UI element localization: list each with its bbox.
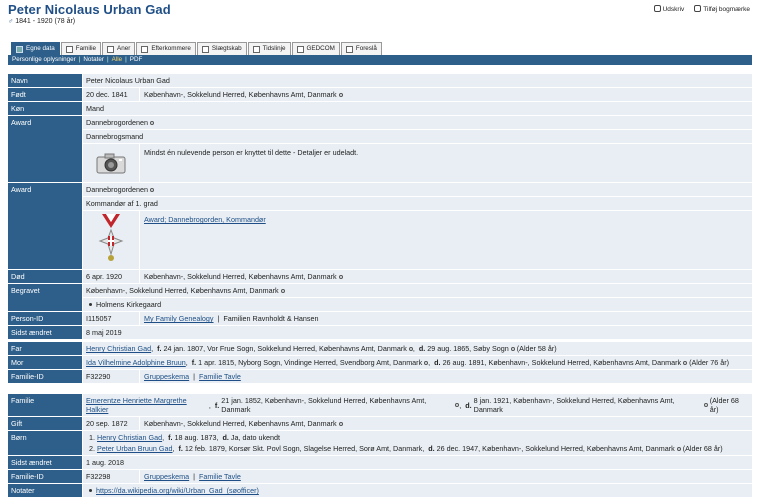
print-icon [653, 5, 661, 12]
tab-aner[interactable]: Aner [102, 42, 136, 55]
row-sidst-aendret-fam: Sidst ændret 1 aug. 2018 [8, 456, 752, 470]
timeline-icon [252, 45, 260, 53]
relationship-icon [201, 45, 209, 53]
bookmark-button[interactable]: Tilføj bogmærke [694, 5, 750, 13]
row-begravet: Begravet København-, Sokkelund Herred, K… [8, 284, 752, 312]
notes-section: Notater https://da.wikipedia.org/wiki/Ur… [8, 484, 752, 498]
top-actions: Udskriv Tilføj bogmærke [653, 5, 750, 13]
map-pin-icon[interactable] [424, 360, 429, 365]
mother-link[interactable]: Ida Vilhelmine Adolphine Bruun [86, 358, 186, 367]
tab-foresla[interactable]: Foreslå [340, 42, 382, 55]
map-pin-icon[interactable] [280, 288, 285, 293]
row-born: Børn 1. Henry Christian Gad, f. 18 aug. … [8, 431, 752, 456]
bullet-icon [89, 303, 92, 306]
camera-placeholder-icon [83, 144, 140, 182]
family-section: Familie Emerentze Henriette Margrethe Ha… [8, 394, 752, 484]
person-section: Navn Peter Nicolaus Urban Gad Født 20 de… [8, 74, 752, 340]
parents-section: Far Henry Christian Gad, f. 24 jan. 1807… [8, 342, 752, 384]
page-header: Peter Nicolaus Urban Gad ♂ 1841 - 1920 (… [8, 2, 171, 25]
child-item: 1. Henry Christian Gad, f. 18 aug. 1873,… [89, 433, 281, 442]
descendants-icon [141, 45, 149, 53]
map-pin-icon[interactable] [149, 187, 154, 192]
pedigree-icon [107, 45, 115, 53]
row-sidst-aendret: Sidst ændret 8 maj 2019 [8, 326, 752, 340]
row-award-1: Award Dannebrogordenen Dannebrogsmand Mi… [8, 116, 752, 183]
map-pin-icon[interactable] [338, 274, 343, 279]
family-chart-link[interactable]: Familie Tavle [199, 472, 241, 481]
row-far: Far Henry Christian Gad, f. 24 jan. 1807… [8, 342, 752, 356]
group-sheet-link[interactable]: Gruppeskema [144, 372, 189, 381]
wikipedia-link[interactable]: https://da.wikipedia.org/wiki/Urban_Gad_… [96, 486, 259, 495]
row-mor: Mor Ida Vilhelmine Adolphine Bruun, f. 1… [8, 356, 752, 370]
map-pin-icon[interactable] [455, 403, 460, 407]
suggest-icon [345, 45, 353, 53]
father-link[interactable]: Henry Christian Gad [86, 344, 151, 353]
map-pin-icon[interactable] [676, 447, 681, 451]
group-sheet-link[interactable]: Gruppeskema [144, 472, 189, 481]
medal-image[interactable] [83, 211, 140, 269]
male-icon: ♂ [8, 18, 14, 25]
row-gift: Gift 20 sep. 1872 København-, Sokkelund H… [8, 417, 752, 431]
map-pin-icon[interactable] [408, 346, 413, 351]
map-pin-icon[interactable] [338, 92, 343, 97]
person-name: Peter Nicolaus Urban Gad [83, 74, 752, 87]
bullet-icon [89, 489, 92, 492]
subnav-personal[interactable]: Personlige oplysninger [12, 56, 76, 63]
map-pin-icon[interactable] [510, 346, 515, 351]
map-pin-icon[interactable] [149, 120, 154, 125]
child-link-2[interactable]: Peter Urban Bruun Gad [97, 444, 173, 453]
row-award-2: Award Dannebrogordenen Kommandør af 1. g… [8, 183, 752, 270]
row-familie-id-parents: Familie-ID F32290 Gruppeskema | Familie Tav… [8, 370, 752, 384]
gedcom-icon [296, 45, 304, 53]
subnav-notes[interactable]: Notater [83, 56, 104, 63]
row-fodt: Født 20 dec. 1841 København-, Sokkelund H… [8, 88, 752, 102]
tab-bar: Egne data Familie Aner Efterkommere Slæg… [11, 42, 382, 55]
bookmark-icon [694, 5, 702, 12]
award-link[interactable]: Award; Dannebrogorden, Kommandør [144, 213, 266, 224]
row-navn: Navn Peter Nicolaus Urban Gad [8, 74, 752, 88]
tab-egne-data[interactable]: Egne data [11, 42, 60, 55]
tab-efterkommere[interactable]: Efterkommere [136, 42, 196, 55]
tree-link[interactable]: My Family Genealogy [144, 314, 214, 323]
family-chart-link[interactable]: Familie Tavle [199, 372, 241, 381]
row-familie-id-fam: Familie-ID F32298 Gruppeskema | Familie Tav… [8, 470, 752, 484]
page-title: Peter Nicolaus Urban Gad [8, 2, 171, 17]
tab-familie[interactable]: Familie [60, 42, 102, 55]
sub-navigation: Personlige oplysninger | Notater | Alle | PDF [8, 55, 752, 65]
row-familie: Familie Emerentze Henriette Margrethe Ha… [8, 394, 752, 417]
row-notater: Notater https://da.wikipedia.org/wiki/Ur… [8, 484, 752, 498]
person-icon [16, 45, 23, 53]
row-dod: Død 6 apr. 1920 København-, Sokkelund Her… [8, 270, 752, 284]
child-item: 2. Peter Urban Bruun Gad, f. 12 feb. 187… [89, 444, 723, 453]
tab-slaegtskab[interactable]: Slægtskab [196, 42, 247, 55]
family-icon [65, 45, 73, 53]
map-pin-icon[interactable] [683, 360, 688, 365]
row-kon: Køn Mand [8, 102, 752, 116]
row-person-id: Person-ID I115057 My Family Genealogy | Fam… [8, 312, 752, 326]
map-pin-icon[interactable] [338, 421, 343, 426]
lifespan: ♂ 1841 - 1920 (78 år) [8, 18, 76, 25]
child-link-1[interactable]: Henry Christian Gad [97, 433, 162, 442]
subnav-pdf[interactable]: PDF [130, 56, 143, 63]
tab-tidslinje[interactable]: Tidslinje [247, 42, 291, 55]
spouse-link[interactable]: Emerentze Henriette Margrethe Halkier [86, 396, 209, 414]
tab-gedcom[interactable]: GEDCOM [291, 42, 340, 55]
subnav-all[interactable]: Alle [112, 56, 123, 63]
print-button[interactable]: Udskriv [653, 5, 684, 13]
map-pin-icon[interactable] [703, 403, 708, 407]
